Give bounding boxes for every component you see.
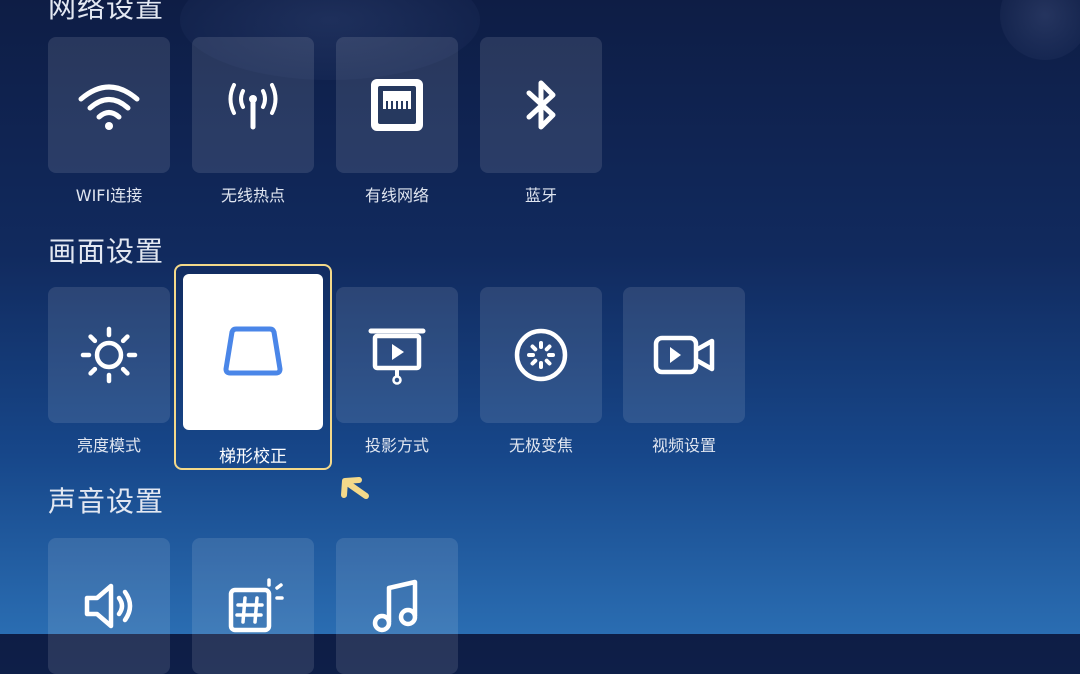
tile-hotspot[interactable] bbox=[192, 37, 314, 173]
section-title-network: 网络设置 bbox=[48, 0, 165, 24]
tile-label-ethernet: 有线网络 bbox=[364, 186, 429, 205]
section-title-sound: 声音设置 bbox=[48, 485, 165, 518]
tile-label-video: 视频设置 bbox=[651, 436, 716, 455]
tile-label-brightness: 亮度模式 bbox=[76, 436, 141, 455]
tile-projection[interactable] bbox=[336, 287, 458, 423]
tile-bluetooth[interactable] bbox=[480, 37, 602, 173]
bluetooth-icon bbox=[526, 80, 556, 130]
tile-label-keystone: 梯形校正 bbox=[219, 447, 287, 467]
tile-wifi[interactable] bbox=[48, 37, 170, 173]
video-icon bbox=[653, 335, 715, 375]
tile-label-bluetooth: 蓝牙 bbox=[524, 186, 557, 205]
tile-speaker[interactable] bbox=[48, 538, 170, 674]
keystone-icon bbox=[223, 326, 283, 376]
tile-brightness[interactable] bbox=[48, 287, 170, 423]
background-glow bbox=[1000, 0, 1080, 60]
speaker-icon bbox=[84, 583, 133, 629]
music-note-icon bbox=[372, 579, 418, 633]
tile-ethernet[interactable] bbox=[336, 37, 458, 173]
projection-icon bbox=[368, 328, 426, 385]
tile-label-zoom: 无极变焦 bbox=[508, 436, 573, 455]
sound-effect-icon bbox=[228, 578, 284, 633]
tile-music[interactable] bbox=[336, 538, 458, 674]
tile-sound-effect[interactable] bbox=[192, 538, 314, 674]
tile-label-wifi: WIFI连接 bbox=[75, 186, 143, 205]
tile-zoom[interactable] bbox=[480, 287, 602, 423]
zoom-icon bbox=[514, 328, 568, 382]
tile-label-projection: 投影方式 bbox=[364, 436, 429, 455]
tile-label-hotspot: 无线热点 bbox=[220, 186, 285, 205]
tile-video[interactable] bbox=[623, 287, 745, 423]
pointer-arrow-icon bbox=[341, 477, 369, 499]
ethernet-icon bbox=[371, 79, 423, 131]
section-title-picture: 画面设置 bbox=[48, 235, 165, 268]
brightness-icon bbox=[80, 326, 138, 384]
hotspot-icon bbox=[228, 83, 278, 130]
tile-keystone[interactable] bbox=[183, 274, 323, 430]
wifi-icon bbox=[78, 84, 140, 130]
